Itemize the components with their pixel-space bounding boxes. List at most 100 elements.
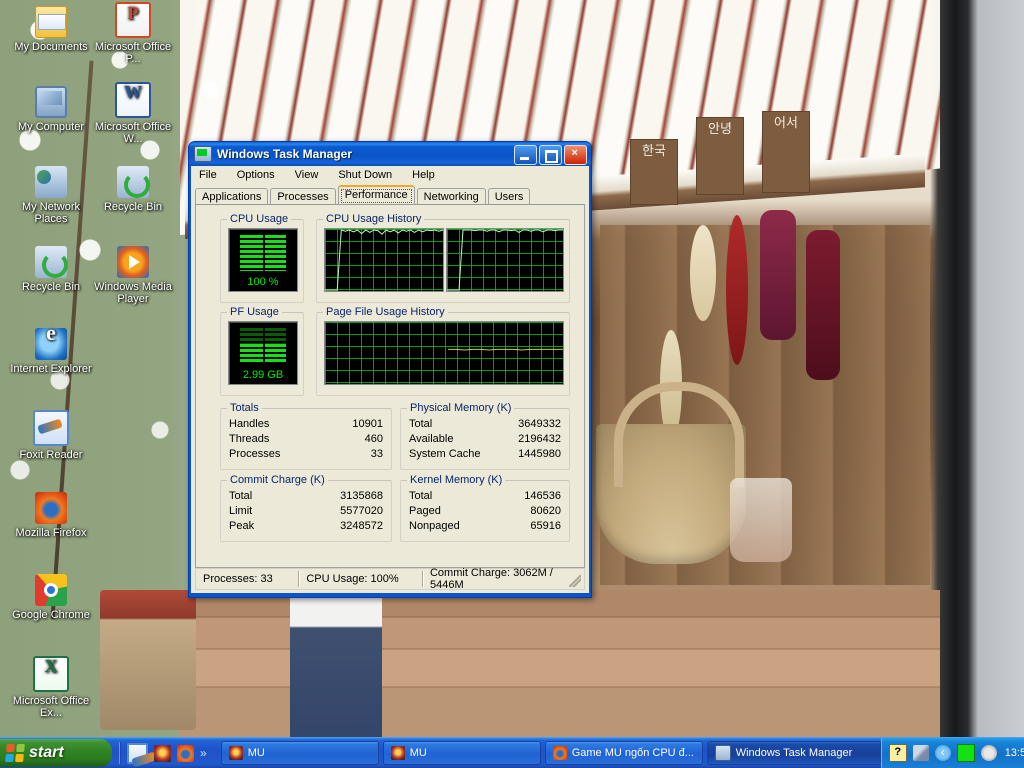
task-manager-window[interactable]: Windows Task Manager × File Options View… xyxy=(188,141,592,598)
task-button-area: MU MU Game MU ngốn CPU đ... Windows Task… xyxy=(213,741,881,765)
desktop-icon-label: Mozilla Firefox xyxy=(15,527,87,539)
wallpaper-garlic-strand xyxy=(690,225,716,321)
physical-memory-row: Total 3649332 xyxy=(409,418,561,430)
menu-view[interactable]: View xyxy=(292,168,322,182)
cpu-history-group: CPU Usage History xyxy=(316,213,570,303)
desktop-icon-word[interactable]: Microsoft Office W... xyxy=(90,82,176,145)
green-status-tray-icon[interactable] xyxy=(956,744,975,762)
wallpaper-jar xyxy=(730,478,792,562)
desktop-icon-internet-explorer[interactable]: Internet Explorer xyxy=(8,327,94,375)
resize-grip[interactable] xyxy=(569,575,581,587)
totals-row: Threads 460 xyxy=(229,433,383,445)
cpu-meter-tray-icon[interactable] xyxy=(980,745,997,761)
task-button-mu-2[interactable]: MU xyxy=(382,741,541,765)
physical-memory-row: Available 2196432 xyxy=(409,433,561,445)
show-hidden-icons-button[interactable]: ‹ xyxy=(934,745,951,761)
tab-performance[interactable]: Performance xyxy=(337,185,415,204)
desktop-icon-label: Microsoft Office W... xyxy=(94,121,172,145)
my-computer-icon xyxy=(35,86,67,118)
foxit-quicklaunch-icon[interactable] xyxy=(127,742,148,764)
minimize-button[interactable] xyxy=(514,145,537,165)
firefox-quicklaunch-icon[interactable] xyxy=(177,744,194,762)
row-label: Handles xyxy=(229,418,270,430)
quick-launch-bar: » xyxy=(120,742,213,764)
kernel-memory-caption: Kernel Memory (K) xyxy=(407,474,506,486)
tab-networking[interactable]: Networking xyxy=(416,188,486,205)
task-button-mu-1[interactable]: MU xyxy=(220,741,379,765)
tab-processes[interactable]: Processes xyxy=(270,188,336,205)
maximize-button[interactable] xyxy=(539,145,562,165)
wallpaper-signboards: 한국 안녕 어서 xyxy=(630,105,880,205)
window-title-bar[interactable]: Windows Task Manager × xyxy=(189,142,591,166)
pagefile-history-graph xyxy=(324,321,564,385)
desktop-icon-folder-documents[interactable]: My Documents xyxy=(8,6,94,53)
totals-group: Totals Handles 10901 Threads 460 Processes… xyxy=(220,402,392,470)
row-value: 65916 xyxy=(530,520,561,532)
row-value: 10901 xyxy=(352,418,383,430)
clock[interactable]: 13:58 xyxy=(1003,747,1024,759)
help-tray-icon[interactable]: ? xyxy=(888,744,907,762)
desktop-icon-label: Foxit Reader xyxy=(19,449,83,461)
tab-applications[interactable]: Applications xyxy=(195,188,269,205)
desktop-icon-recycle-bin[interactable]: Recycle Bin xyxy=(8,246,94,293)
task-button-label: MU xyxy=(247,747,265,759)
commit-charge-caption: Commit Charge (K) xyxy=(227,474,328,486)
row-label: Paged xyxy=(409,505,441,517)
desktop-icon-recycle-bin[interactable]: Recycle Bin xyxy=(90,166,176,213)
desktop-icon-foxit-reader[interactable]: Foxit Reader xyxy=(8,410,94,461)
wallpaper-basket xyxy=(596,382,746,564)
chrome-icon xyxy=(35,574,67,606)
cpu-usage-caption: CPU Usage xyxy=(227,213,292,225)
task-button-task-manager[interactable]: Windows Task Manager xyxy=(706,741,881,765)
row-value: 80620 xyxy=(530,505,561,517)
menu-file[interactable]: File xyxy=(196,168,220,182)
row-label: Limit xyxy=(229,505,253,517)
internet-explorer-icon xyxy=(35,327,67,360)
cpu-usage-fill xyxy=(240,235,286,271)
system-tray: ? ‹ 13:58 xyxy=(880,738,1024,768)
taskbar: start » MU MU Game MU ngốn CPU đ... Wind… xyxy=(0,737,1024,768)
desktop-icon-my-computer[interactable]: My Computer xyxy=(8,86,94,133)
network-places-icon xyxy=(35,166,67,198)
window-controls: × xyxy=(514,145,587,165)
row-value: 3248572 xyxy=(340,520,383,532)
task-button-label: MU xyxy=(409,747,427,759)
pf-usage-group: PF Usage 2.99 GB xyxy=(220,306,304,396)
menu-options[interactable]: Options xyxy=(234,168,278,182)
menu-help[interactable]: Help xyxy=(409,168,438,182)
row-value: 2196432 xyxy=(518,433,561,445)
desktop-icon-label: Internet Explorer xyxy=(10,363,92,375)
desktop-icon-label: Recycle Bin xyxy=(103,201,163,213)
desktop-icon-label: Microsoft Office Ex... xyxy=(12,695,90,719)
tab-users[interactable]: Users xyxy=(487,188,531,205)
commit-charge-row: Limit 5577020 xyxy=(229,505,383,517)
network-tray-icon[interactable] xyxy=(912,745,929,761)
close-button[interactable]: × xyxy=(564,145,587,165)
pf-usage-fill xyxy=(240,328,286,364)
pf-usage-value: 2.99 GB xyxy=(242,369,284,381)
row-label: Threads xyxy=(229,433,270,445)
desktop-icon-excel[interactable]: Microsoft Office Ex... xyxy=(8,656,94,719)
row-label: Peak xyxy=(229,520,255,532)
excel-icon xyxy=(33,656,69,692)
wallpaper-sign-2: 안녕 xyxy=(696,117,744,195)
mu-game-quicklaunch-icon[interactable] xyxy=(154,744,171,762)
menu-shutdown[interactable]: Shut Down xyxy=(335,168,395,182)
desktop-icon-network-places[interactable]: My Network Places xyxy=(8,166,94,225)
status-bar: Processes: 33 CPU Usage: 100% Commit Cha… xyxy=(195,567,585,591)
gauge-divider xyxy=(263,235,265,271)
kernel-memory-row: Paged 80620 xyxy=(409,505,561,517)
desktop-icon-powerpoint[interactable]: Microsoft Office P... xyxy=(90,2,176,65)
desktop-icon-label: My Computer xyxy=(17,121,85,133)
kernel-memory-row: Total 146536 xyxy=(409,490,561,502)
desktop-icon-firefox[interactable]: Mozilla Firefox xyxy=(8,492,94,539)
start-button[interactable]: start xyxy=(0,739,112,767)
cpu-usage-meter: 100 % xyxy=(228,228,298,292)
wallpaper-onion-strand xyxy=(760,210,796,340)
wallpaper-chili-strand xyxy=(726,215,748,365)
desktop-icon-chrome[interactable]: Google Chrome xyxy=(8,574,94,621)
desktop-icon-windows-media-player[interactable]: Windows Media Player xyxy=(90,246,176,305)
quick-launch-more-button[interactable]: » xyxy=(200,747,207,759)
mu-game-icon xyxy=(390,746,405,760)
task-button-firefox[interactable]: Game MU ngốn CPU đ... xyxy=(544,741,703,765)
